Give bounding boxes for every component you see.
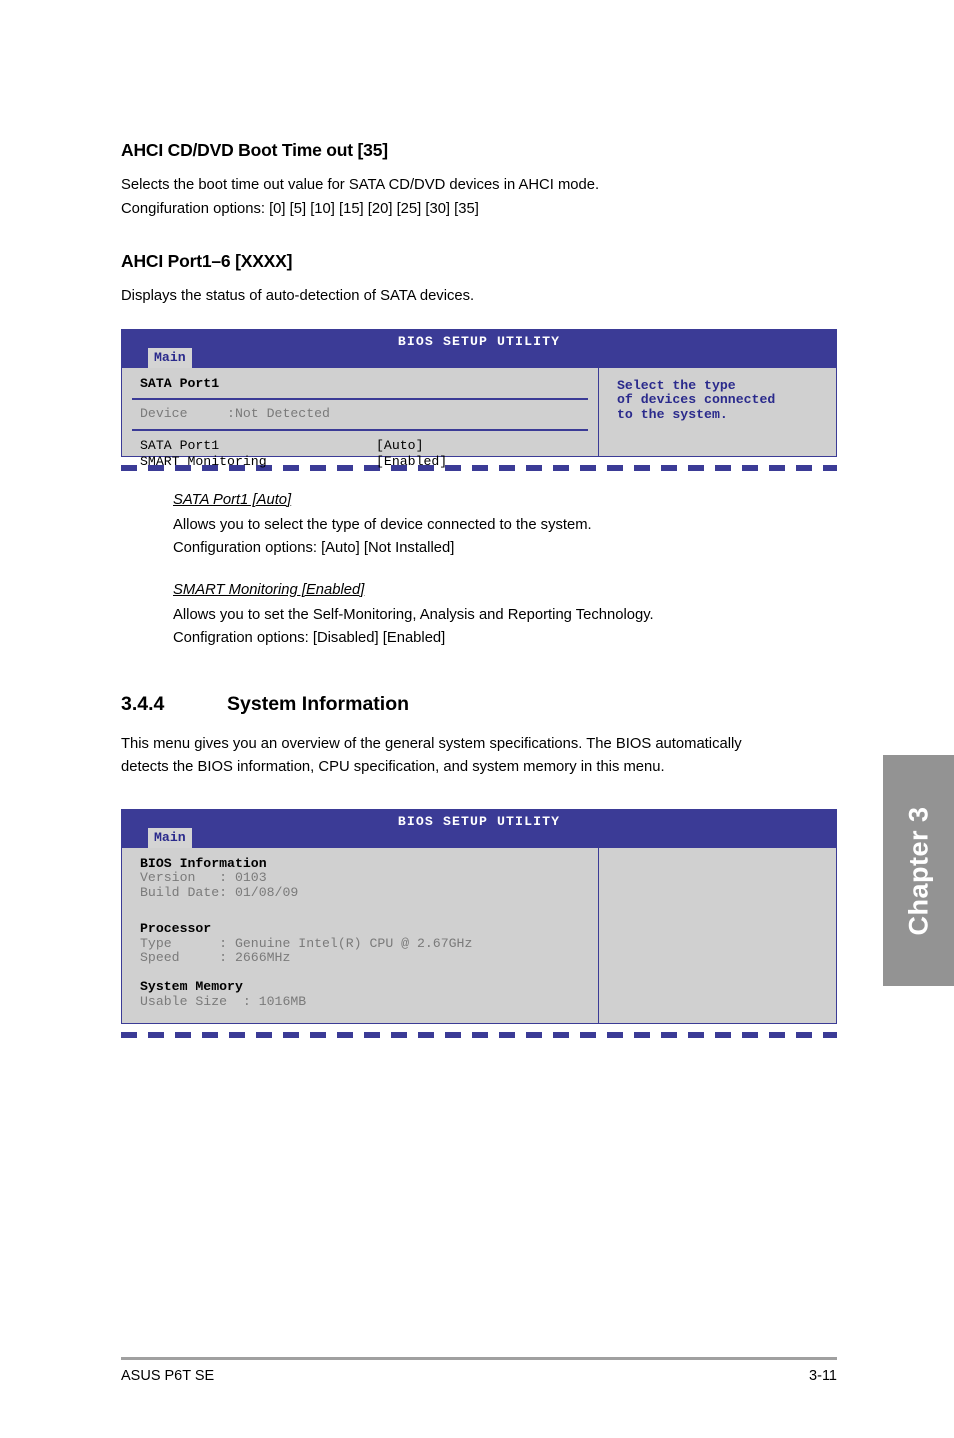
bios-setting-label: SATA Port1 (140, 438, 220, 454)
bios-help-line: of devices connected (617, 392, 776, 408)
bios-device-row: Device :Not Detected (140, 406, 330, 422)
content-column: AHCI CD/DVD Boot Time out [35] Selects t… (121, 140, 837, 1038)
footer-product-name: ASUS P6T SE (121, 1368, 215, 1384)
bios-title: BIOS SETUP UTILITY (397, 333, 561, 349)
bios-main-pane: SATA Port1 Device :Not Detected SATA Por… (122, 368, 598, 469)
bios-help-line: Select the type (617, 377, 736, 393)
ahci-boot-timeout-line1: Selects the boot time out value for SATA… (121, 177, 600, 193)
bios-tab-main[interactable]: Main (148, 347, 192, 368)
divider (132, 398, 588, 401)
bios-body: SATA Port1 Device :Not Detected SATA Por… (121, 367, 837, 469)
ahci-port-line1: Displays the status of auto-detection of… (121, 288, 475, 304)
subentry-sata-port1: SATA Port1 [Auto] Allows you to select t… (173, 491, 837, 561)
subentry-line2: Configuration options: [Auto] [Not Insta… (173, 540, 455, 556)
subentry-smart-monitoring: SMART Monitoring [Enabled] Allows you to… (173, 581, 837, 651)
heading-ahci-boot-timeout: AHCI CD/DVD Boot Time out [35] (121, 140, 388, 160)
bios-title: BIOS SETUP UTILITY (397, 813, 561, 829)
bios-body: BIOS Information Version : 0103 Build Da… (121, 847, 837, 1024)
bios-info-row: Type : Genuine Intel(R) CPU @ 2.67GHz (140, 935, 473, 951)
page-footer: ASUS P6T SE 3-11 (121, 1368, 837, 1384)
bios-setting-label: SMART Monitoring (140, 453, 267, 469)
subentry-line2: Configration options: [Disabled] [Enable… (173, 630, 446, 646)
section-number: 3.4.4 (121, 692, 165, 715)
chapter-tab: Chapter 3 (883, 755, 954, 986)
bios-info-row: Build Date: 01/08/09 (140, 885, 299, 901)
bios-info-row: Usable Size : 1016MB (140, 994, 307, 1010)
section-title: System Information (227, 692, 410, 715)
bios-dashed-edge (121, 1031, 837, 1038)
bios-group-heading: BIOS Information (140, 855, 267, 871)
bios-header-bar: BIOS SETUP UTILITY Main (121, 328, 837, 368)
page-canvas: AHCI CD/DVD Boot Time out [35] Selects t… (0, 0, 954, 1438)
bios-main-pane: BIOS Information Version : 0103 Build Da… (122, 848, 598, 1023)
bios-screenshot-sata-port1: BIOS SETUP UTILITY Main SATA Port1 Devic… (121, 328, 837, 471)
bios-info-row: Version : 0103 (140, 870, 267, 886)
bios-help-pane (598, 847, 836, 1023)
ahci-boot-timeout-line2: Congifuration options: [0] [5] [10] [15]… (121, 200, 479, 217)
bios-info-row: Speed : 2666MHz (140, 950, 291, 966)
footer-page-number: 3-11 (809, 1368, 837, 1384)
heading-ahci-port: AHCI Port1–6 [XXXX] (121, 251, 293, 271)
bios-tab-main[interactable]: Main (148, 827, 192, 848)
bios-section-heading: SATA Port1 (140, 375, 220, 391)
bios-setting-row[interactable]: SMART Monitoring [Enabled] (122, 454, 598, 470)
subentry-title: SMART Monitoring [Enabled] (173, 581, 365, 598)
bios-setting-row[interactable]: SATA Port1 [Auto] (122, 438, 598, 454)
system-information-line2: detects the BIOS information, CPU specif… (121, 759, 665, 775)
heading-system-information: 3.4.4 System Information (121, 693, 837, 716)
subentry-title: SATA Port1 [Auto] (173, 491, 292, 508)
chapter-tab-label: Chapter 3 (903, 805, 933, 936)
bios-help-pane: Select the type of devices connected to … (598, 367, 836, 456)
bios-setting-value: [Enabled] (376, 453, 448, 469)
system-information-line1: This menu gives you an overview of the g… (121, 735, 742, 752)
bios-setting-value: [Auto] (376, 438, 424, 454)
footer-divider (121, 1357, 837, 1360)
bios-header-bar: BIOS SETUP UTILITY Main (121, 808, 837, 848)
subentry-line1: Allows you to select the type of device … (173, 516, 592, 533)
divider (132, 429, 588, 432)
bios-screenshot-system-information: BIOS SETUP UTILITY Main BIOS Information… (121, 808, 837, 1038)
subentry-line1: Allows you to set the Self-Monitoring, A… (173, 606, 654, 623)
bios-group-heading: Processor (140, 920, 212, 936)
bios-help-line: to the system. (617, 407, 728, 423)
bios-group-heading: System Memory (140, 979, 243, 995)
